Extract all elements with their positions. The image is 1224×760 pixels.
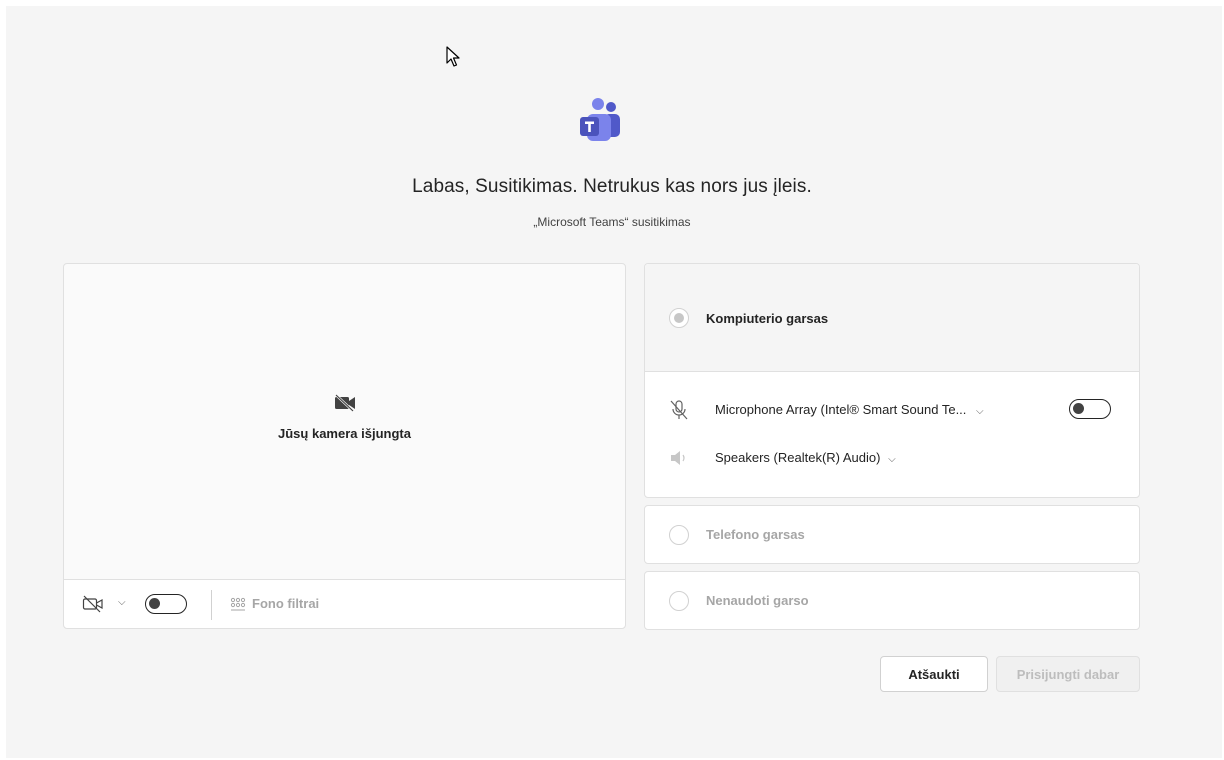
video-controls-bar: ⌵ Fono filtrai xyxy=(64,579,625,628)
divider xyxy=(211,590,212,620)
computer-audio-option[interactable]: Kompiuterio garsas Microphone Array (Int… xyxy=(644,263,1140,498)
page-title: Labas, Susitikimas. Netrukus kas nors ju… xyxy=(412,176,812,197)
phone-audio-option[interactable]: Telefono garsas xyxy=(644,505,1140,564)
computer-audio-radio[interactable] xyxy=(669,308,689,328)
no-audio-label: Nenaudoti garso xyxy=(706,593,809,608)
join-now-button[interactable]: Prisijungti dabar xyxy=(996,656,1140,692)
chevron-down-icon: ⌵ xyxy=(976,406,984,417)
computer-audio-label: Kompiuterio garsas xyxy=(706,311,829,326)
microphone-select[interactable]: Microphone Array (Intel® Smart Sound Te.… xyxy=(715,402,984,417)
speaker-icon xyxy=(671,451,685,465)
no-audio-radio[interactable] xyxy=(669,591,689,611)
toggle-knob xyxy=(1073,403,1084,414)
video-off-icon xyxy=(334,394,355,412)
phone-audio-label: Telefono garsas xyxy=(706,527,805,542)
camera-off-label: Jūsų kamera išjungta xyxy=(278,426,411,441)
background-effects-icon xyxy=(230,597,246,611)
phone-audio-radio[interactable] xyxy=(669,525,689,545)
camera-toggle[interactable] xyxy=(145,594,187,614)
meeting-subtitle: „Microsoft Teams“ susitikimas xyxy=(533,215,691,229)
camera-options-chevron-icon[interactable]: ⌵ xyxy=(118,597,126,608)
toggle-knob xyxy=(149,598,160,609)
chevron-down-icon: ⌵ xyxy=(888,454,896,465)
camera-off-notice: Jūsų kamera išjungta xyxy=(64,394,625,441)
mouse-cursor-icon xyxy=(446,46,460,67)
video-preview-panel: Jūsų kamera išjungta ⌵ Fono filtrai xyxy=(63,263,626,629)
no-audio-option[interactable]: Nenaudoti garso xyxy=(644,571,1140,630)
camera-off-button-icon[interactable] xyxy=(82,595,104,613)
cancel-button[interactable]: Atšaukti xyxy=(880,656,988,692)
background-filters-label: Fono filtrai xyxy=(252,596,320,611)
teams-logo-icon xyxy=(580,98,620,141)
microphone-toggle[interactable] xyxy=(1069,399,1111,419)
mic-off-icon xyxy=(670,400,688,420)
speaker-select[interactable]: Speakers (Realtek(R) Audio) ⌵ xyxy=(715,450,896,465)
background-filters-button[interactable]: Fono filtrai xyxy=(230,596,319,611)
speaker-name: Speakers (Realtek(R) Audio) xyxy=(715,450,881,465)
computer-audio-header[interactable]: Kompiuterio garsas xyxy=(645,264,1139,372)
microphone-name: Microphone Array (Intel® Smart Sound Te.… xyxy=(715,402,967,417)
